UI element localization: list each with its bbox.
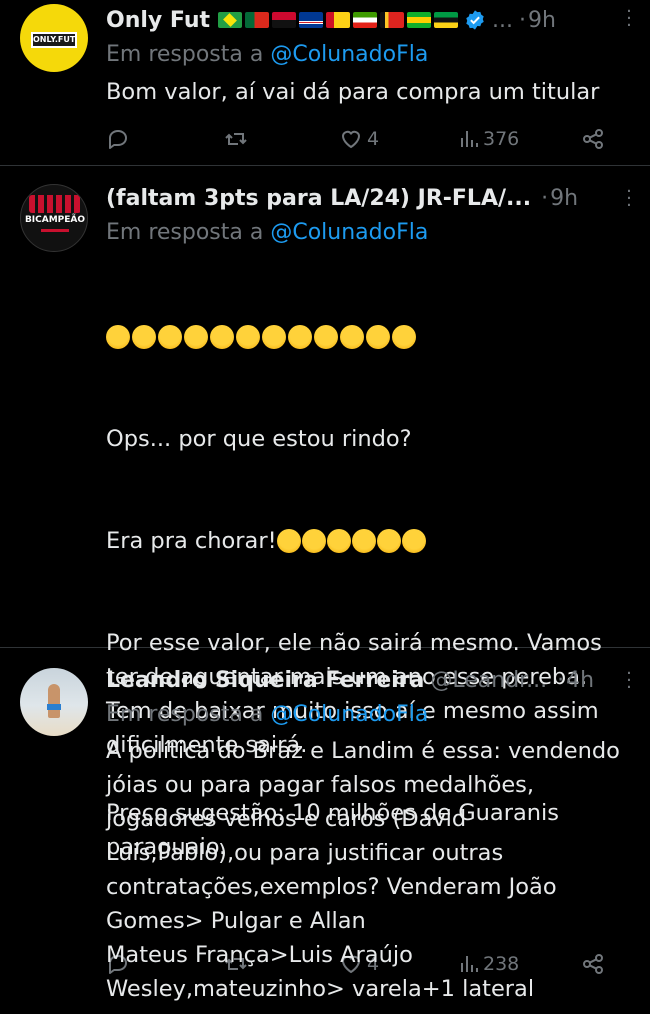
reply-context: Em resposta a @ColunadoFla (106, 698, 630, 732)
reply-mention[interactable]: @ColunadoFla (270, 42, 428, 67)
tweet-text: A política do Braz e Landim é essa: vend… (106, 738, 620, 1002)
avatar[interactable] (20, 668, 88, 736)
flag-mozambique-icon (434, 12, 459, 28)
weary-emoji-icon (376, 529, 401, 553)
views-count: 376 (483, 128, 520, 150)
weary-emoji-icon (276, 529, 301, 553)
text-line: Era pra chorar! (106, 528, 277, 554)
laughing-emoji-icon (262, 325, 286, 349)
retweet-button[interactable] (224, 127, 339, 151)
laughing-emoji-icon (184, 325, 208, 349)
reply-context: Em resposta a @ColunadoFla (106, 216, 630, 250)
author-handle[interactable]: @Leandr... (430, 668, 547, 693)
laughing-emoji-row (106, 320, 630, 354)
avatar-banner (29, 195, 81, 213)
reply-icon (109, 130, 127, 149)
flag-guineabissau-icon (326, 12, 351, 28)
laughing-emoji-icon (314, 325, 338, 349)
like-button[interactable]: 4 (339, 127, 457, 151)
timestamp[interactable]: 4h (566, 668, 594, 693)
laughing-emoji-icon (132, 325, 156, 349)
retweet-icon (225, 133, 247, 145)
reply-mention[interactable]: @ColunadoFla (270, 220, 428, 245)
timeline-feed: ONLY.FUT Only Fut ... · 9h · · · Em resp… (0, 0, 650, 1014)
separator: · (519, 7, 527, 33)
flag-brazil-icon (218, 12, 243, 28)
tweet-body: Only Fut ... · 9h · · · Em resposta a @C… (106, 2, 650, 165)
tweet[interactable]: Leandro Siqueira Ferreira @Leandr... · 4… (0, 648, 650, 1014)
author-name[interactable]: Only Fut (106, 8, 210, 33)
avatar[interactable]: BICAMPEÃO (20, 184, 88, 252)
tweet-body: Leandro Siqueira Ferreira @Leandr... · 4… (106, 662, 650, 1014)
laughing-emoji-icon (366, 325, 390, 349)
tweet[interactable]: ONLY.FUT Only Fut ... · 9h · · · Em resp… (0, 0, 650, 166)
laughing-emoji-icon (236, 325, 260, 349)
tweet-body: (faltam 3pts para LA/24) JR-FLA/... · 9h… (106, 180, 650, 975)
text-line-with-emoji: Era pra chorar! (106, 524, 630, 558)
more-icon[interactable]: · · · (624, 3, 634, 35)
separator: · (541, 185, 549, 211)
reply-mention[interactable]: @ColunadoFla (270, 702, 428, 727)
avatar-figure-shorts (47, 704, 61, 710)
laughing-emoji-icon (392, 325, 416, 349)
flag-icons (218, 12, 459, 28)
reply-button[interactable] (106, 127, 224, 151)
weary-emoji-icon (326, 529, 351, 553)
avatar-caption (41, 229, 69, 232)
laughing-emoji-icon (340, 325, 364, 349)
flag-capeverde-icon (299, 12, 324, 28)
laughing-emoji-icon (158, 325, 182, 349)
heart-icon (341, 130, 361, 149)
laughing-emoji-icon (288, 325, 312, 349)
reply-prefix: Em resposta a (106, 220, 264, 245)
tweet-actions: 4 376 (106, 119, 630, 159)
reply-prefix: Em resposta a (106, 702, 264, 727)
author-name[interactable]: (faltam 3pts para LA/24) JR-FLA/... (106, 186, 531, 211)
flag-timor-icon (380, 12, 405, 28)
laughing-emoji-icon (106, 325, 130, 349)
text-line: Ops... por que estou rindo? (106, 426, 412, 452)
weary-emoji-icon (401, 529, 426, 553)
flag-saotome-icon (407, 12, 432, 28)
laughing-emoji-icon (210, 325, 234, 349)
reply-prefix: Em resposta a (106, 42, 264, 67)
tweet-header: (faltam 3pts para LA/24) JR-FLA/... · 9h… (106, 180, 634, 216)
tweet-text: Bom valor, aí vai dá para compra um titu… (106, 79, 600, 105)
avatar-figure (48, 684, 60, 718)
like-count: 4 (367, 128, 380, 150)
more-icon[interactable]: · · · (624, 183, 634, 215)
avatar-text: BICAMPEÃO (24, 215, 86, 225)
tweet-header: Leandro Siqueira Ferreira @Leandr... · 4… (106, 662, 634, 698)
more-icon[interactable]: · · · (624, 665, 634, 697)
tweet-header: Only Fut ... · 9h · · · (106, 2, 634, 38)
share-icon (583, 129, 603, 149)
tweet[interactable]: BICAMPEÃO (faltam 3pts para LA/24) JR-FL… (0, 166, 650, 975)
timestamp[interactable]: 9h (550, 186, 578, 211)
share-button[interactable] (581, 127, 605, 151)
flag-portugal-icon (245, 12, 270, 28)
avatar-text: ONLY.FUT (33, 35, 76, 44)
separator: · (557, 667, 565, 693)
ellipsis: ... (492, 7, 514, 33)
verified-icon (466, 10, 484, 30)
reply-context: Em resposta a @ColunadoFla (106, 38, 630, 72)
author-name[interactable]: Leandro Siqueira Ferreira (106, 668, 424, 693)
flag-equatorialguinea-icon (353, 12, 378, 28)
weary-emoji-icon (301, 529, 326, 553)
timestamp[interactable]: 9h (528, 8, 556, 33)
avatar[interactable]: ONLY.FUT (20, 4, 88, 72)
flag-angola-icon (272, 12, 297, 28)
views-icon (461, 131, 478, 147)
views-button[interactable]: 376 (457, 127, 581, 151)
avatar-logo: ONLY.FUT (31, 32, 77, 48)
weary-emoji-icon (351, 529, 376, 553)
